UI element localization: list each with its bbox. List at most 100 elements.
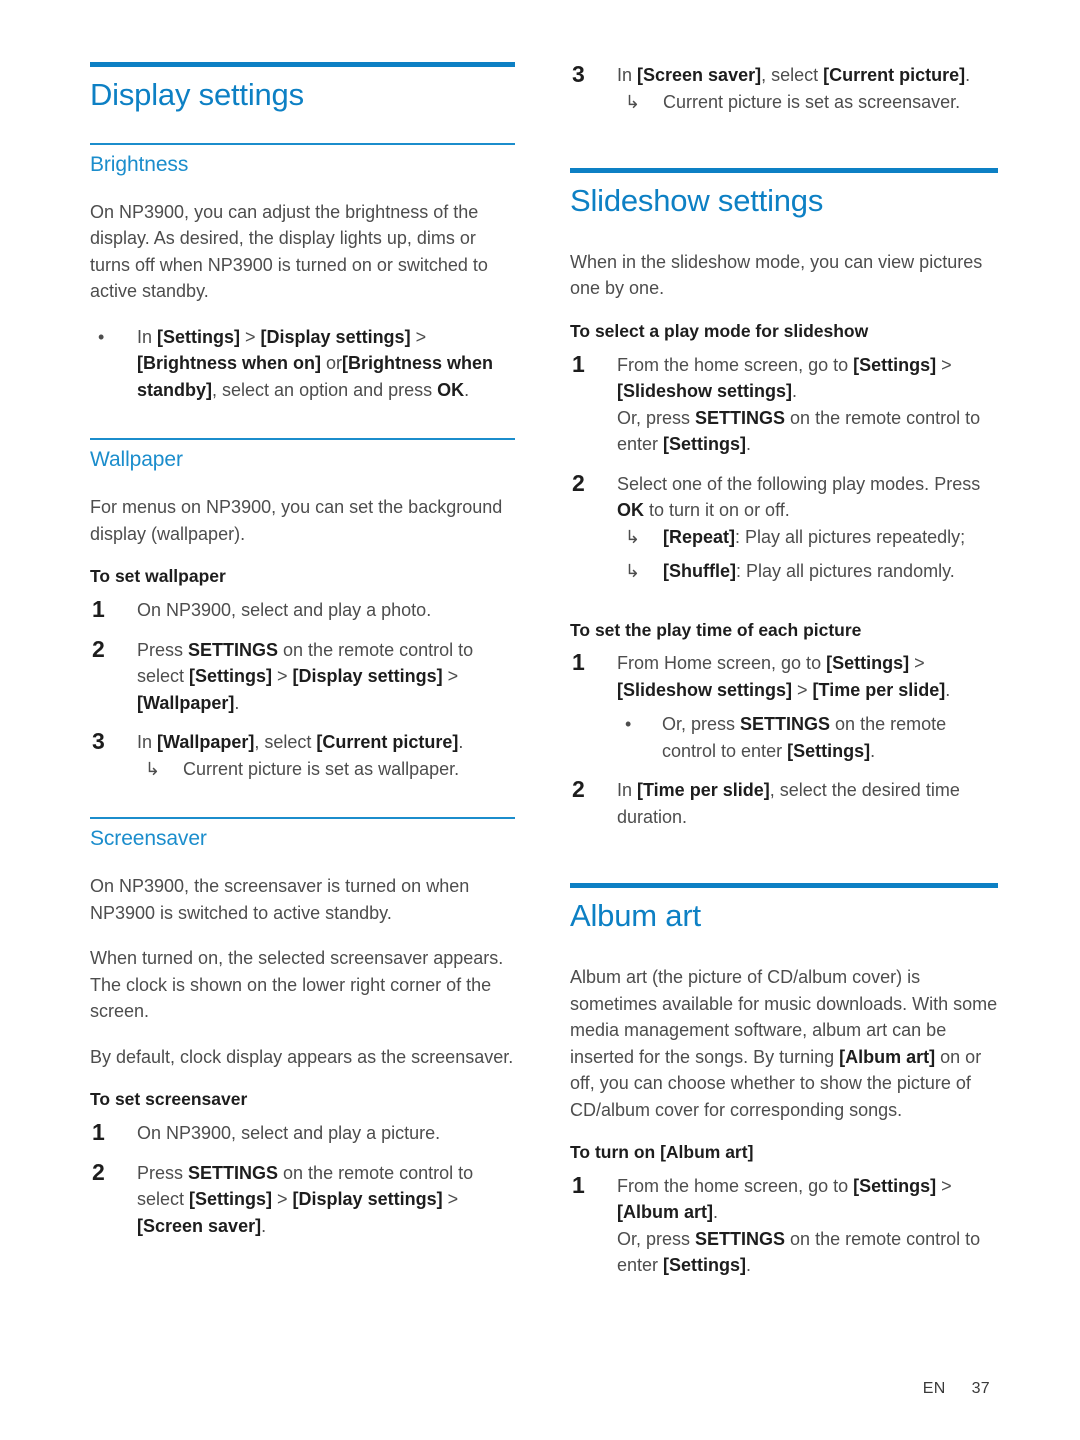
step-text-6: . [746,1255,752,1276]
step-number: 2 [572,776,585,803]
step-bold-2: [Display settings] [292,666,443,687]
step-text-1: Select one of the following play modes. … [617,473,981,494]
section-heading-brightness: Brightness [90,152,189,176]
wallpaper-step-3-result: ↳ Current picture is set as wallpaper. [137,756,515,783]
step-bold-3: [Screen saver] [137,1215,262,1236]
step-bold-3: [Settings] [663,434,747,455]
step-bold-settings-key: SETTINGS [695,407,786,428]
step-bold-2: [Display settings] [292,1189,443,1210]
bullet-dot-icon: • [625,714,632,735]
step-text-3: . [965,65,971,85]
step-text-1: Press [137,639,189,660]
step-text: On NP3900, select and play a picture. [137,1123,441,1144]
step-number: 2 [92,635,105,662]
bullet-text-6: . [464,379,470,400]
step-number: 3 [572,61,585,87]
footer-language-code: EN [922,1380,946,1397]
step-bold-1: [Wallpaper] [157,732,255,753]
step-number: 3 [92,728,105,755]
step-text-3: > [272,666,293,687]
task-heading-select-play-mode: To select a play mode for slideshow [570,320,869,341]
step-text-2: , select [761,65,824,85]
step-text-2: > [909,653,925,674]
bullet-bold-1: [Settings] [157,326,241,347]
screensaver-step-1: 1 On NP3900, select and play a picture. [90,1119,515,1147]
chapter-title-album-art: Album art [570,898,701,934]
note-text-3: . [870,740,876,761]
page-footer: EN 37 [923,1380,990,1398]
bullet-text-5: , select an option and press [212,379,438,400]
screensaver-step-3-result: ↳ Current picture is set as screensaver. [617,89,998,116]
step-bold-2: [Album art] [617,1202,713,1223]
step-bold-3: [Settings] [663,1255,747,1276]
step-number: 1 [92,1119,105,1146]
step-text-3: > [272,1189,293,1210]
wallpaper-step-1: 1 On NP3900, select and play a photo. [90,596,515,624]
playmode-option-shuffle: ↳ [Shuffle]: Play all pictures randomly. [617,558,998,585]
screensaver-para-1: On NP3900, the screensaver is turned on … [90,876,470,923]
wallpaper-step-3: 3 In [Wallpaper], select [Current picture… [90,728,515,783]
task-heading-set-screensaver: To set screensaver [90,1089,248,1110]
bullet-text-3: > [410,326,427,347]
screensaver-step-3: 3 In [Screen saver], select [Current pict… [570,61,998,116]
step-number: 1 [572,350,585,377]
manual-page: Display settings Brightness On NP3900, y… [0,0,1080,1440]
note-bold-settings-key: SETTINGS [740,714,831,735]
step-text-4: > [442,1189,459,1210]
screensaver-para-2: When turned on, the selected screensaver… [90,948,504,1022]
step-text-3: . [713,1202,719,1223]
step-text-3: > [792,679,813,700]
step-number: 1 [92,596,105,623]
album-art-chapter-rule [570,883,998,889]
step-bold-1: [Settings] [826,653,910,674]
album-art-intro-bold: [Album art] [839,1046,936,1067]
wallpaper-section-rule [90,438,515,441]
step-bold-settings-key: SETTINGS [695,1228,786,1249]
section-heading-wallpaper: Wallpaper [90,448,183,472]
section-heading-screensaver: Screensaver [90,827,207,851]
bullet-bold-2: [Display settings] [260,326,411,347]
note-bold-1: [Settings] [787,740,871,761]
result-text: Current picture is set as screensaver. [663,91,961,112]
option-arrow-icon: ↳ [625,561,641,582]
step-text-1: Press [137,1162,189,1183]
screensaver-step-2: 2 Press SETTINGS on the remote control to… [90,1159,515,1240]
step-bold-1: [Screen saver] [637,65,762,85]
footer-page-number: 37 [971,1380,990,1397]
brightness-intro: On NP3900, you can adjust the brightness… [90,201,488,302]
step-text-1: From the home screen, go to [617,1175,854,1196]
option-desc-shuffle: : Play all pictures randomly. [735,561,955,582]
bullet-text-1: In [137,326,158,347]
step-text-1: From the home screen, go to [617,354,854,375]
step-text: On NP3900, select and play a photo. [137,600,432,621]
left-column: Display settings Brightness On NP3900, y… [90,62,515,1252]
slideshow-playtime-step-1: 1 From Home screen, go to [Settings] > [S… [570,649,998,764]
option-desc-repeat: : Play all pictures repeatedly; [735,526,966,547]
bullet-dot-icon: • [98,326,105,347]
playtime-step-1-note: • Or, press SETTINGS on the remote contro… [617,711,998,764]
chapter-title-rule [90,62,515,67]
option-label-repeat: [Repeat] [663,526,736,547]
step-bold-1: [Settings] [189,1189,273,1210]
step-text-4: Or, press [617,1228,696,1249]
slideshow-playmode-step-1: 1 From the home screen, go to [Settings] … [570,350,998,458]
step-number: 1 [572,1171,585,1198]
bullet-bold-3: [Brightness when on] [137,353,321,374]
step-bold-1: [Settings] [189,666,273,687]
wallpaper-intro: For menus on NP3900, you can set the bac… [90,497,503,544]
right-column: 3 In [Screen saver], select [Current pict… [570,61,998,1292]
step-bold-2: [Slideshow settings] [617,381,793,402]
slideshow-playtime-step-2: 2 In [Time per slide], select the desired… [570,776,998,830]
result-text: Current picture is set as wallpaper. [183,758,460,779]
note-text-1: Or, press [662,714,741,735]
option-arrow-icon: ↳ [625,526,641,547]
step-bold-3: [Wallpaper] [137,692,235,713]
step-text-6: . [746,434,752,455]
screensaver-para-3: By default, clock display appears as the… [90,1046,514,1067]
slideshow-chapter-rule [570,168,998,173]
task-heading-set-wallpaper: To set wallpaper [90,566,226,587]
step-text-4: > [442,666,459,687]
task-heading-set-play-time: To set the play time of each picture [570,619,862,640]
brightness-bullet: • In [Settings] > [Display settings] > [B… [90,324,515,404]
bullet-text-4: or [321,353,343,374]
